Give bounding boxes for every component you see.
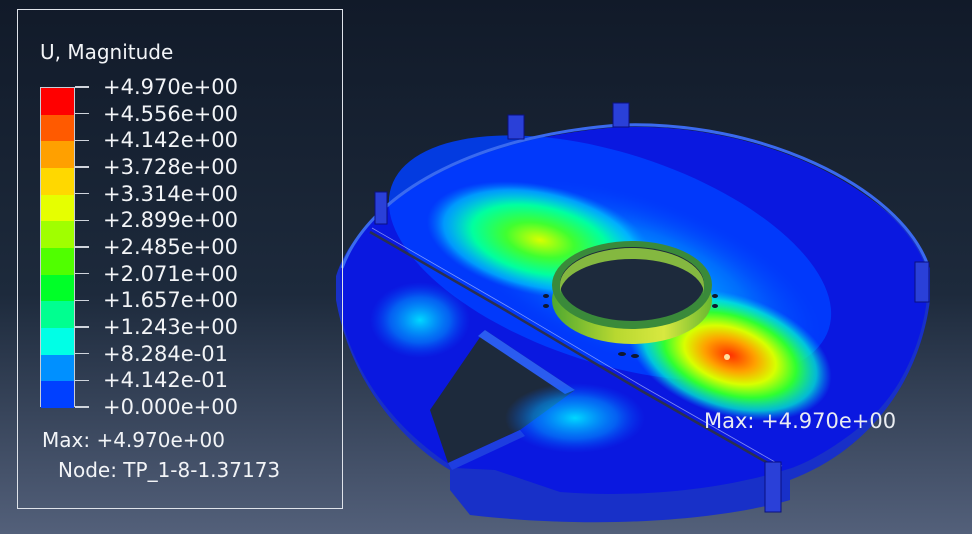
- legend-label: +3.314e+00: [103, 181, 238, 206]
- legend-tick: [75, 193, 89, 195]
- legend-node-id: Node: TP_1-8-1.37173: [58, 458, 281, 482]
- legend-swatch: [41, 114, 74, 142]
- legend-label: +2.071e+00: [103, 261, 238, 286]
- legend-label: +0.000e+00: [103, 395, 238, 419]
- legend-tick: [75, 113, 89, 115]
- legend-swatch: [41, 221, 74, 248]
- legend-swatch: [41, 194, 74, 222]
- legend-swatch: [41, 167, 74, 195]
- legend-swatch: [41, 354, 74, 382]
- legend-label: +2.485e+00: [103, 235, 238, 259]
- legend-panel: U, Magnitude +4.970e+00 +4.556e+00 +4.142e…: [17, 9, 343, 509]
- legend-tick: [75, 166, 89, 168]
- legend-tick: [75, 219, 89, 221]
- legend-label: +1.243e+00: [103, 315, 238, 339]
- legend-swatch: [41, 381, 74, 408]
- legend-tick: [75, 406, 89, 408]
- legend-label: +2.899e+00: [103, 208, 238, 233]
- legend-title: U, Magnitude: [40, 40, 174, 64]
- legend-tick: [75, 353, 89, 355]
- legend-label: +4.970e+00: [103, 75, 238, 99]
- legend-tick: [75, 86, 89, 88]
- legend-swatch: [41, 327, 74, 355]
- legend-tick: [75, 139, 89, 141]
- max-annotation: Max: +4.970e+00: [704, 409, 897, 433]
- legend-swatch: [41, 141, 74, 168]
- legend-max-value: Max: +4.970e+00: [42, 428, 225, 452]
- legend-label: +4.142e+00: [103, 128, 238, 153]
- legend-color-bar: [40, 87, 75, 408]
- legend-label: +4.142e-01: [103, 368, 228, 393]
- legend-tick: [75, 299, 89, 301]
- legend-label: +1.657e+00: [103, 288, 238, 313]
- legend-swatch: [41, 301, 74, 328]
- legend-swatch: [41, 88, 74, 115]
- legend-swatch: [41, 247, 74, 275]
- legend-swatch: [41, 274, 74, 302]
- legend-label: +3.728e+00: [103, 155, 238, 179]
- legend-label: +4.556e+00: [103, 101, 238, 126]
- legend-label: +8.284e-01: [103, 341, 228, 366]
- legend-tick: [75, 379, 89, 381]
- legend-tick: [75, 273, 89, 275]
- legend-tick: [75, 246, 89, 248]
- legend-tick: [75, 326, 89, 328]
- center-ring: [552, 241, 712, 344]
